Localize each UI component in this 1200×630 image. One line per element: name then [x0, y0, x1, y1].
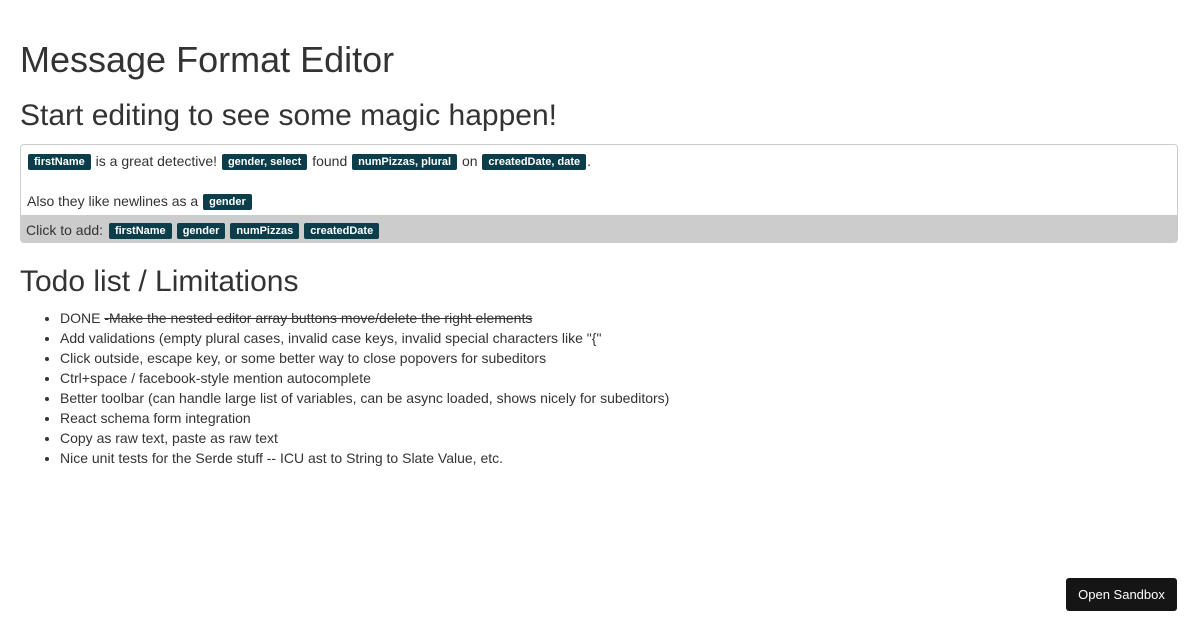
variable-tag-firstname[interactable]: firstName	[28, 154, 91, 170]
message-editor: firstName is a great detective! gender, …	[20, 144, 1178, 243]
editor-text: on	[458, 153, 482, 169]
list-item: Click outside, escape key, or some bette…	[60, 348, 669, 368]
list-item: Nice unit tests for the Serde stuff -- I…	[60, 448, 669, 468]
list-item: DONE -Make the nested editor array butto…	[60, 308, 669, 328]
done-prefix: DONE	[60, 310, 105, 326]
add-numpizzas-button[interactable]: numPizzas	[230, 223, 300, 239]
editor-line-2: Also they like newlines as a gender	[27, 191, 253, 211]
editor-text: found	[308, 153, 352, 169]
variable-tag-numpizzas-plural[interactable]: numPizzas, plural	[352, 154, 458, 170]
page: Message Format Editor Start editing to s…	[0, 0, 1200, 630]
toolbar-label: Click to add:	[26, 222, 104, 238]
list-item: Better toolbar (can handle large list of…	[60, 388, 669, 408]
variable-tag-createddate-date[interactable]: createdDate, date	[482, 154, 587, 170]
editor-line-1: firstName is a great detective! gender, …	[27, 151, 591, 171]
variable-toolbar: Click to add: firstName gender numPizzas cr…	[21, 215, 1177, 242]
editor-text: Also they like newlines as a	[27, 193, 203, 209]
list-item: Add validations (empty plural cases, inv…	[60, 328, 669, 348]
list-item: React schema form integration	[60, 408, 669, 428]
struck-text: -Make the nested editor array buttons mo…	[104, 310, 533, 326]
todo-title: Todo list / Limitations	[20, 265, 299, 298]
page-title: Message Format Editor	[20, 39, 395, 80]
page-subtitle: Start editing to see some magic happen!	[20, 99, 557, 132]
toolbar-inner: Click to add: firstName gender numPizzas cr…	[26, 221, 382, 239]
list-item: Ctrl+space / facebook-style mention auto…	[60, 368, 669, 388]
add-gender-button[interactable]: gender	[176, 223, 226, 239]
variable-tag-gender[interactable]: gender	[203, 194, 252, 210]
variable-tag-gender-select[interactable]: gender, select	[221, 154, 308, 170]
editor-text: .	[587, 153, 592, 169]
editor-text: is a great detective!	[91, 153, 221, 169]
add-firstname-button[interactable]: firstName	[108, 223, 172, 239]
list-item: Copy as raw text, paste as raw text	[60, 428, 669, 448]
editor-content-area[interactable]: firstName is a great detective! gender, …	[21, 145, 1177, 215]
todo-list: DONE -Make the nested editor array butto…	[20, 308, 669, 468]
add-createddate-button[interactable]: createdDate	[304, 223, 380, 239]
open-sandbox-button[interactable]: Open Sandbox	[1066, 578, 1177, 611]
